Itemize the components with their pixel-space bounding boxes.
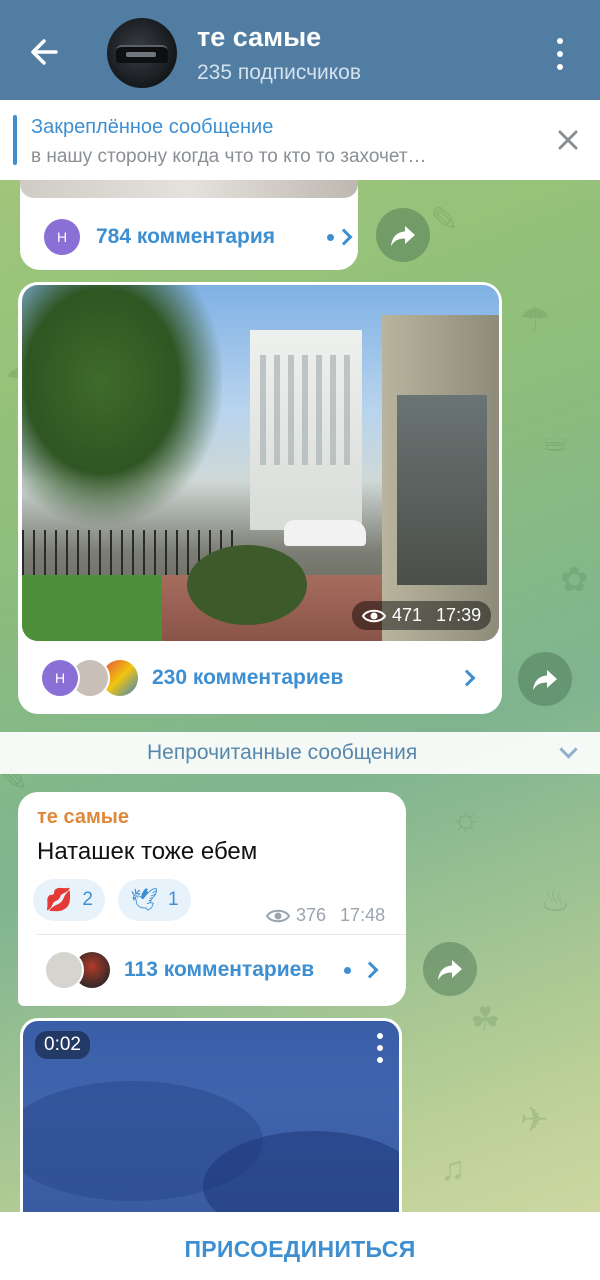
arrow-left-icon: [31, 39, 58, 65]
channel-avatar[interactable]: [107, 18, 177, 88]
eye-icon: [266, 909, 290, 922]
message-author[interactable]: те самые: [37, 806, 129, 829]
pinned-title: Закреплённое сообщение: [31, 116, 274, 138]
share-icon: [533, 670, 557, 690]
view-count: 471: [392, 605, 423, 625]
commenter-avatar: [44, 950, 84, 990]
comments-count: 784 комментария: [96, 225, 276, 248]
message-meta: 376 17:48: [266, 905, 385, 926]
kiss-icon: 💋: [45, 887, 73, 912]
view-count: 376: [296, 905, 327, 925]
new-comments-dot: [327, 234, 334, 241]
post-video[interactable]: 0:02: [20, 1018, 402, 1218]
divider: [37, 934, 406, 935]
pinned-indicator-bar: [13, 115, 17, 165]
reaction-kiss[interactable]: 💋 2: [33, 879, 105, 921]
more-vertical-icon: [377, 1033, 383, 1039]
post-image-partial[interactable]: [20, 180, 358, 198]
dove-icon: 🕊: [130, 887, 158, 912]
unread-messages-divider: Непрочитанные сообщения: [0, 732, 600, 774]
message-text: Наташек тоже ебем: [37, 838, 258, 865]
back-button[interactable]: [26, 32, 66, 72]
subscriber-count: 235 подписчиков: [197, 61, 362, 84]
video-duration: 0:02: [35, 1031, 90, 1059]
comments-row[interactable]: Н 230 комментариев: [40, 658, 485, 698]
close-icon: [558, 130, 578, 150]
car: [284, 520, 366, 546]
pinned-text: в нашу сторону когда что то кто то захоч…: [31, 146, 427, 167]
comments-count: 113 комментариев: [124, 958, 315, 981]
join-bar: ПРИСОЕДИНИТЬСЯ: [0, 1212, 600, 1280]
comments-row[interactable]: 113 комментариев: [44, 950, 394, 990]
share-button[interactable]: [423, 942, 477, 996]
chevron-right-icon: [458, 669, 476, 687]
commenter-avatar: Н: [40, 658, 80, 698]
share-icon: [391, 226, 415, 246]
join-button[interactable]: ПРИСОЕДИНИТЬСЯ: [0, 1236, 600, 1263]
grass: [22, 575, 172, 641]
trees: [22, 285, 222, 525]
close-pinned-button[interactable]: [554, 126, 582, 154]
building-windows: [260, 355, 352, 465]
comments-count: 230 комментариев: [152, 666, 344, 689]
unread-label: Непрочитанные сообщения: [147, 741, 418, 764]
share-button[interactable]: [376, 208, 430, 262]
post-photo[interactable]: 471 17:39: [22, 285, 499, 641]
video-menu-button[interactable]: [372, 1033, 388, 1063]
commenter-avatar: Н: [42, 217, 82, 257]
bush: [187, 545, 307, 625]
share-button[interactable]: [518, 652, 572, 706]
channel-title[interactable]: те самые: [197, 22, 321, 53]
message-bubble: 471 17:39 Н 230 комментариев: [18, 282, 502, 714]
chevron-right-icon: [335, 228, 353, 246]
more-vertical-icon[interactable]: [546, 34, 574, 74]
chevron-down-icon[interactable]: [559, 740, 578, 759]
post-time: 17:48: [340, 905, 386, 925]
kiosk-window: [397, 395, 487, 585]
comments-row[interactable]: Н 784 комментария: [42, 217, 353, 257]
post-time: 17:39: [436, 605, 482, 625]
channel-header: те самые 235 подписчиков: [0, 0, 600, 100]
eye-icon: [362, 609, 386, 622]
chevron-right-icon: [361, 961, 379, 979]
message-bubble: Н 784 комментария: [20, 180, 358, 270]
photo-stats: 471 17:39: [352, 601, 492, 630]
new-comments-dot: [344, 967, 351, 974]
pinned-message[interactable]: Закреплённое сообщение в нашу сторону ко…: [0, 100, 600, 180]
share-icon: [438, 960, 462, 980]
message-bubble: те самые Наташек тоже ебем 💋 2 🕊 1 376 1…: [18, 792, 406, 1006]
reaction-dove[interactable]: 🕊 1: [118, 879, 191, 921]
reaction-count: 1: [167, 889, 179, 910]
reaction-count: 2: [82, 889, 93, 910]
